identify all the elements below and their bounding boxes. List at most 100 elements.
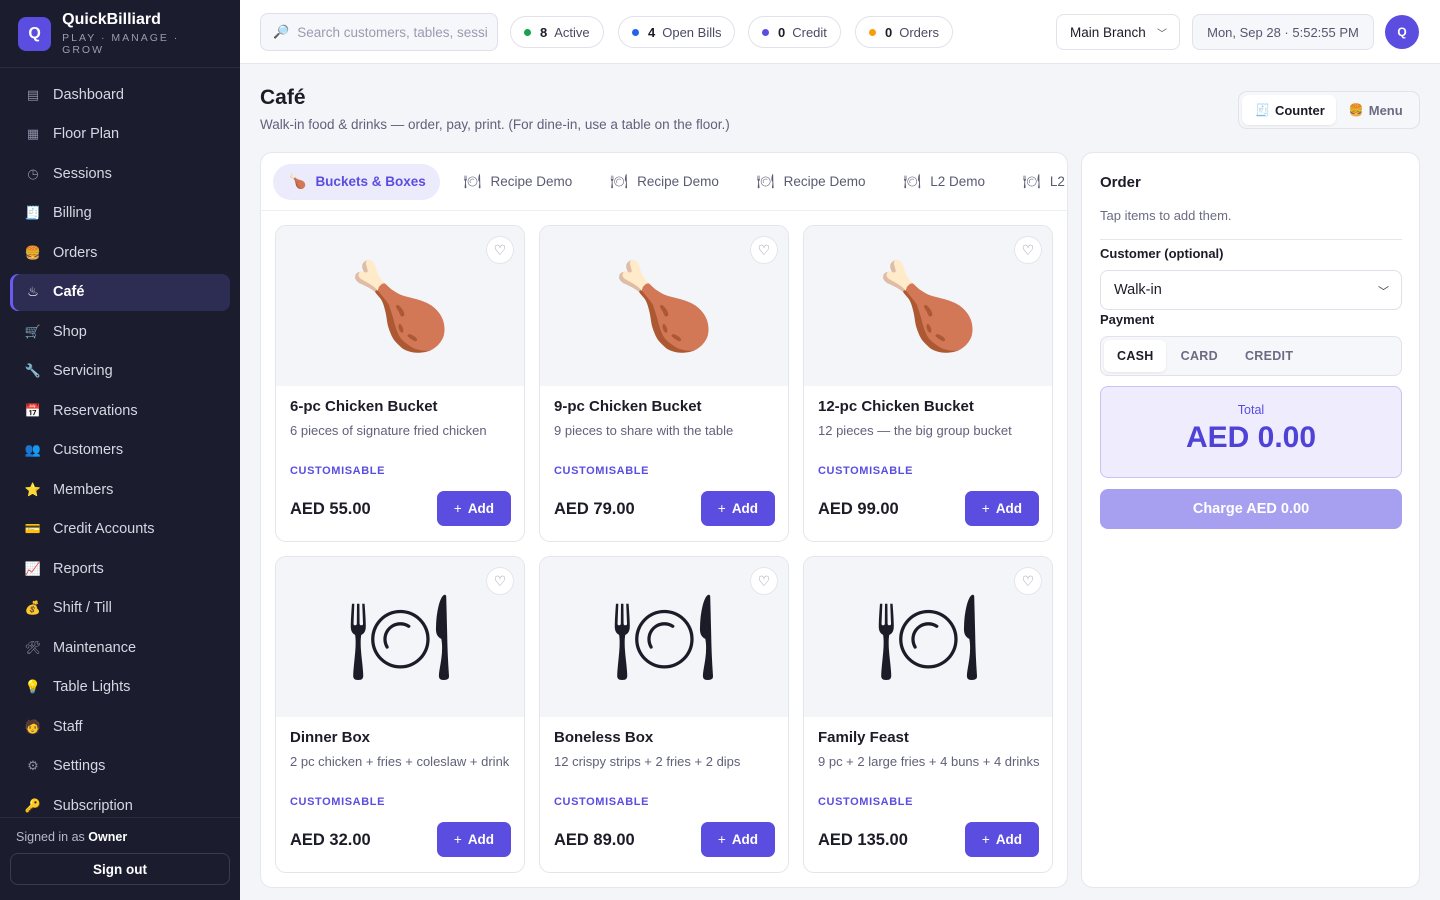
sidebar-item-members[interactable]: ⭐ Members bbox=[10, 471, 230, 508]
open-bills-pill[interactable]: 4 Open Bills bbox=[618, 16, 736, 48]
sidebar-item-label: Servicing bbox=[53, 363, 113, 379]
product-name: Family Feast bbox=[818, 729, 909, 746]
heart-icon[interactable]: ♡ bbox=[486, 567, 514, 595]
avatar[interactable]: Q bbox=[1385, 15, 1419, 49]
sidebar-item-shop[interactable]: 🛒 Shop bbox=[10, 313, 230, 350]
bulb-icon: 💡 bbox=[24, 679, 42, 694]
branch-select[interactable]: Main Branch ﹀ bbox=[1056, 14, 1180, 50]
add-button[interactable]: + Add bbox=[965, 822, 1039, 857]
sidebar-item-staff[interactable]: 🧑 Staff bbox=[10, 708, 230, 745]
plate-icon: 🍽 bbox=[1023, 173, 1041, 189]
product-card[interactable]: 🍽 ♡ Dinner Box 2 pc chicken + fries + col… bbox=[275, 556, 525, 873]
tab-recipe-demo[interactable]: 🍽 Recipe Demo bbox=[741, 164, 880, 200]
product-card[interactable]: 🍽 ♡ Family Feast 9 pc + 2 large fries + 4… bbox=[803, 556, 1053, 873]
star-icon: ⭐ bbox=[24, 481, 42, 497]
sidebar-nav: ▤ Dashboard ▦ Floor Plan ◷ Sessions 🧾 Billin… bbox=[0, 68, 240, 824]
sidebar-item-reports[interactable]: 📈 Reports bbox=[10, 550, 230, 587]
sidebar-item-label: Orders bbox=[53, 244, 98, 261]
tab-recipe-demo[interactable]: 🍽 Recipe Demo bbox=[448, 164, 587, 200]
heart-icon[interactable]: ♡ bbox=[750, 236, 778, 264]
chart-icon: 📈 bbox=[24, 560, 42, 576]
mode-menu-button[interactable]: 🍔 Menu bbox=[1336, 95, 1414, 125]
sidebar-item-sessions[interactable]: ◷ Sessions bbox=[10, 155, 230, 192]
heart-icon[interactable]: ♡ bbox=[1014, 236, 1042, 264]
sidebar-item-table-lights[interactable]: 💡 Table Lights bbox=[10, 669, 230, 706]
product-description: 9 pieces to share with the table bbox=[554, 423, 734, 438]
pill-label: Orders bbox=[899, 24, 939, 40]
heart-icon[interactable]: ♡ bbox=[750, 567, 778, 595]
search-input[interactable] bbox=[297, 24, 488, 40]
sidebar-item-billing[interactable]: 🧾 Billing bbox=[10, 195, 230, 232]
product-tag: CUSTOMISABLE bbox=[818, 465, 914, 477]
order-title: Order bbox=[1100, 174, 1141, 191]
sidebar-item-settings[interactable]: ⚙ Settings bbox=[10, 748, 230, 785]
status-dot bbox=[869, 28, 876, 36]
add-button[interactable]: + Add bbox=[437, 491, 511, 526]
tab-recipe-demo[interactable]: 🍽 Recipe Demo bbox=[594, 164, 733, 200]
sidebar-item-floor-plan[interactable]: ▦ Floor Plan bbox=[10, 116, 230, 153]
product-name: 12-pc Chicken Bucket bbox=[818, 398, 974, 415]
sidebar-item-orders[interactable]: 🍔 Orders bbox=[10, 234, 230, 271]
product-image: 🍗 ♡ bbox=[540, 226, 788, 386]
sidebar-item-label: Shift / Till bbox=[53, 600, 112, 616]
sidebar-item-credit-accounts[interactable]: 💳 Credit Accounts bbox=[10, 511, 230, 548]
product-image: 🍽 ♡ bbox=[804, 557, 1052, 717]
sidebar-item-reservations[interactable]: 📅 Reservations bbox=[10, 392, 230, 429]
sidebar-item-cafe[interactable]: ♨ Café bbox=[10, 273, 230, 311]
order-panel: Order Tap items to add them. Customer (o… bbox=[1081, 152, 1420, 888]
credit-pill[interactable]: 0 Credit bbox=[748, 16, 841, 48]
tab-l2-demo[interactable]: 🍽 L2 Demo bbox=[887, 164, 999, 200]
payment-card-tab[interactable]: CARD bbox=[1168, 340, 1230, 372]
product-description: 12 crispy strips + 2 fries + 2 dips bbox=[554, 754, 741, 769]
search-box[interactable]: 🔎 bbox=[260, 13, 498, 51]
branch-label: Main Branch bbox=[1070, 24, 1146, 40]
charge-button[interactable]: Charge AED 0.00 bbox=[1100, 489, 1402, 529]
product-card[interactable]: 🍗 ♡ 9-pc Chicken Bucket 9 pieces to share… bbox=[539, 225, 789, 542]
product-card[interactable]: 🍗 ♡ 12-pc Chicken Bucket 12 pieces — the … bbox=[803, 225, 1053, 542]
total-box: Total AED 0.00 bbox=[1100, 386, 1402, 478]
sign-out-button[interactable]: Sign out bbox=[10, 853, 230, 885]
heart-icon[interactable]: ♡ bbox=[486, 236, 514, 264]
product-image: 🍽 ♡ bbox=[276, 557, 524, 717]
heart-icon[interactable]: ♡ bbox=[1014, 567, 1042, 595]
mode-counter-button[interactable]: 🧾 Counter bbox=[1242, 95, 1336, 125]
add-button[interactable]: + Add bbox=[701, 491, 775, 526]
customer-select[interactable]: Walk-in ﹀ bbox=[1100, 270, 1402, 310]
sidebar-item-maintenance[interactable]: 🛠 Maintenance bbox=[10, 629, 230, 666]
sidebar-item-shift-till[interactable]: 💰 Shift / Till bbox=[10, 590, 230, 627]
total-value: AED 0.00 bbox=[1185, 421, 1317, 454]
product-price: AED 99.00 bbox=[818, 500, 899, 518]
product-card[interactable]: 🍽 ♡ Boneless Box 12 crispy strips + 2 fri… bbox=[539, 556, 789, 873]
product-card[interactable]: 🍗 ♡ 6-pc Chicken Bucket 6 pieces of signa… bbox=[275, 225, 525, 542]
money-bag-icon: 💰 bbox=[24, 600, 42, 615]
product-name: 6-pc Chicken Bucket bbox=[290, 398, 438, 415]
product-name: Boneless Box bbox=[554, 729, 654, 746]
payment-cash-tab[interactable]: CASH bbox=[1104, 340, 1166, 372]
sidebar-item-customers[interactable]: 👥 Customers bbox=[10, 432, 230, 469]
plate-icon: 🍽 bbox=[874, 589, 982, 684]
status-dot bbox=[632, 28, 639, 36]
product-price: AED 55.00 bbox=[290, 500, 371, 518]
dashboard-icon: ▤ bbox=[26, 86, 40, 102]
tab-buckets-boxes[interactable]: 🍗 Buckets & Boxes bbox=[273, 163, 440, 200]
sidebar-item-label: Dashboard bbox=[53, 86, 124, 103]
customer-value: Walk-in bbox=[1114, 282, 1162, 298]
chevron-down-icon: ﹀ bbox=[1378, 286, 1389, 298]
plus-icon: + bbox=[453, 832, 462, 847]
active-sessions-pill[interactable]: 8 Active bbox=[510, 16, 604, 48]
payment-credit-tab[interactable]: CREDIT bbox=[1232, 340, 1305, 372]
add-button[interactable]: + Add bbox=[965, 491, 1039, 526]
sidebar-item-dashboard[interactable]: ▤ Dashboard bbox=[10, 76, 230, 113]
add-button[interactable]: + Add bbox=[701, 822, 775, 857]
tab-l2-ui-test[interactable]: 🍽L2 UI Test bbox=[1007, 164, 1067, 200]
brand-name: QuickBilliard bbox=[62, 11, 161, 28]
sidebar-item-servicing[interactable]: 🔧 Servicing bbox=[10, 353, 230, 390]
burger-icon: 🍔 bbox=[1348, 103, 1364, 117]
sidebar-item-label: Subscription bbox=[53, 797, 133, 814]
add-button[interactable]: + Add bbox=[437, 822, 511, 857]
sidebar-item-label: Staff bbox=[53, 718, 83, 735]
orders-pill[interactable]: 0 Orders bbox=[855, 16, 953, 48]
sidebar-item-label: Reservations bbox=[53, 402, 138, 419]
burger-icon: 🍔 bbox=[24, 244, 42, 260]
plate-icon: 🍽 bbox=[903, 173, 922, 189]
